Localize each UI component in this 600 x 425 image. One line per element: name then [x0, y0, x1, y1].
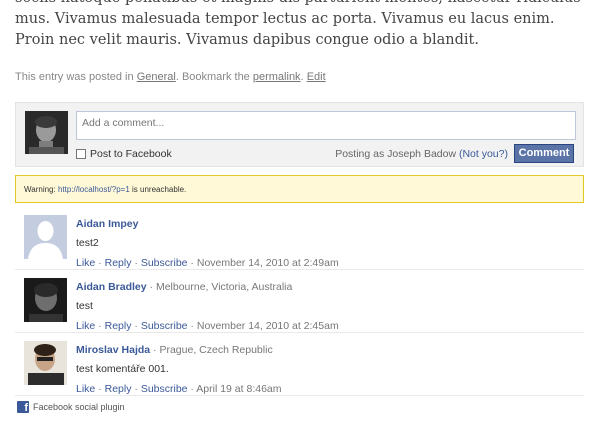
comment-timestamp: November 14, 2010 at 2:45am — [196, 320, 339, 332]
commenter-name[interactable]: Aidan Bradley — [76, 281, 147, 293]
comment-text: test — [76, 300, 93, 312]
comment-button[interactable]: Comment — [514, 144, 574, 163]
commenter-avatar[interactable] — [24, 278, 67, 322]
comment-text: test2 — [76, 237, 99, 249]
post-body: sociis natoque penatibus et magnis dis p… — [15, 0, 590, 51]
posting-as: Posting as Joseph Badow (Not you?) — [335, 148, 508, 160]
comment-body: Aidan Impey test2 Like · Reply · Subscri… — [76, 218, 571, 269]
post-paragraph: sociis natoque penatibus et magnis dis p… — [15, 0, 581, 48]
comment-actions: Like · Reply · Subscribe · November 14, … — [76, 257, 339, 269]
reply-link[interactable]: Reply — [105, 257, 132, 269]
default-avatar-icon[interactable] — [24, 215, 67, 259]
comment-item: Aidan Bradley · Melbourne, Victoria, Aus… — [15, 270, 584, 333]
social-plugin-label[interactable]: Facebook social plugin — [33, 402, 125, 412]
entry-meta-dot: . — [300, 71, 304, 83]
comment-body: Miroslav Hajda · Prague, Czech Republic … — [76, 344, 571, 395]
warning-prefix: Warning: — [24, 185, 56, 194]
warning-suffix: is unreachable. — [132, 185, 187, 194]
entry-meta-prefix: This entry was posted in — [15, 71, 134, 83]
post-to-facebook-checkbox[interactable] — [76, 149, 86, 159]
commenter-name[interactable]: Miroslav Hajda — [76, 344, 150, 356]
like-link[interactable]: Like — [76, 383, 95, 395]
warning-banner: Warning: http://localhost/?p=1 is unreac… — [15, 175, 584, 203]
comment-item: Miroslav Hajda · Prague, Czech Republic … — [15, 333, 584, 396]
comment-text: test komentáře 001. — [76, 363, 169, 375]
comment-actions: Like · Reply · Subscribe · November 14, … — [76, 320, 339, 332]
subscribe-link[interactable]: Subscribe — [141, 320, 188, 332]
comment-timestamp: April 19 at 8:46am — [196, 383, 282, 395]
post-to-facebook-option[interactable]: Post to Facebook — [76, 148, 172, 160]
facebook-social-plugin-footer: f Facebook social plugin — [17, 401, 125, 413]
category-link[interactable]: General — [137, 71, 176, 83]
comment-list: Aidan Impey test2 Like · Reply · Subscri… — [15, 207, 584, 396]
comment-body: Aidan Bradley · Melbourne, Victoria, Aus… — [76, 281, 571, 332]
reply-link[interactable]: Reply — [105, 320, 132, 332]
comment-item: Aidan Impey test2 Like · Reply · Subscri… — [15, 207, 584, 270]
commenter-avatar[interactable] — [24, 341, 67, 385]
commenter-location: · Prague, Czech Republic — [153, 344, 273, 356]
current-user-avatar — [25, 111, 68, 154]
warning-url-link[interactable]: http://localhost/?p=1 — [58, 185, 130, 194]
subscribe-link[interactable]: Subscribe — [141, 383, 188, 395]
reply-link[interactable]: Reply — [105, 383, 132, 395]
not-you-link[interactable]: (Not you?) — [459, 148, 508, 160]
permalink-link[interactable]: permalink — [253, 71, 301, 83]
like-link[interactable]: Like — [76, 320, 95, 332]
entry-meta-middle: . Bookmark the — [175, 71, 250, 83]
entry-meta: This entry was posted in General. Bookma… — [15, 71, 326, 83]
post-to-facebook-label: Post to Facebook — [90, 148, 172, 160]
comment-input[interactable]: Add a comment... — [76, 111, 576, 140]
facebook-logo-icon[interactable]: f — [17, 401, 29, 413]
comment-timestamp: November 14, 2010 at 2:49am — [196, 257, 339, 269]
subscribe-link[interactable]: Subscribe — [141, 257, 188, 269]
comment-actions: Like · Reply · Subscribe · April 19 at 8… — [76, 383, 282, 395]
like-link[interactable]: Like — [76, 257, 95, 269]
commenter-name[interactable]: Aidan Impey — [76, 218, 138, 230]
posting-as-text: Posting as Joseph Badow — [335, 148, 457, 160]
edit-link[interactable]: Edit — [307, 71, 326, 83]
commenter-location: · Melbourne, Victoria, Australia — [149, 281, 293, 293]
comment-composer: Add a comment... Post to Facebook Postin… — [15, 102, 584, 167]
